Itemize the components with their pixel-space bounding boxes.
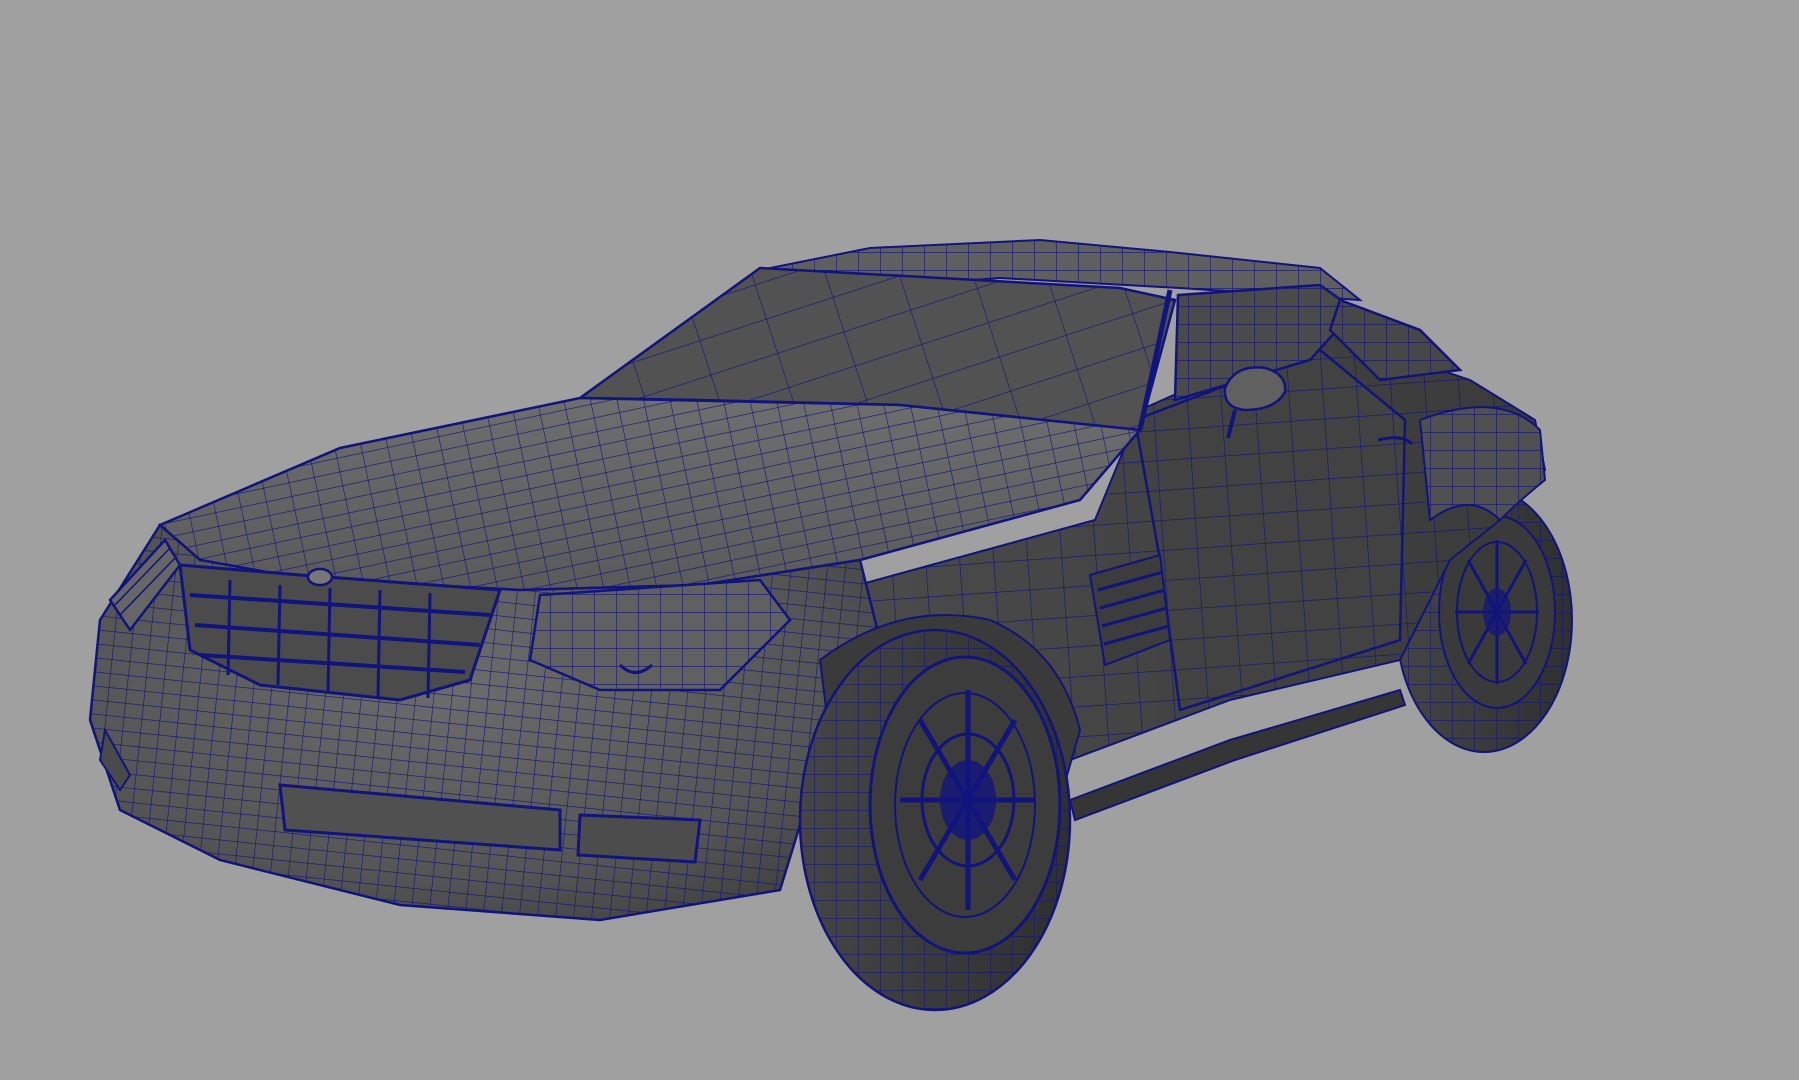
car-wireframe-model[interactable] xyxy=(0,0,1799,1080)
front-wheel[interactable] xyxy=(798,628,1072,1012)
3d-viewport[interactable] xyxy=(0,0,1799,1080)
